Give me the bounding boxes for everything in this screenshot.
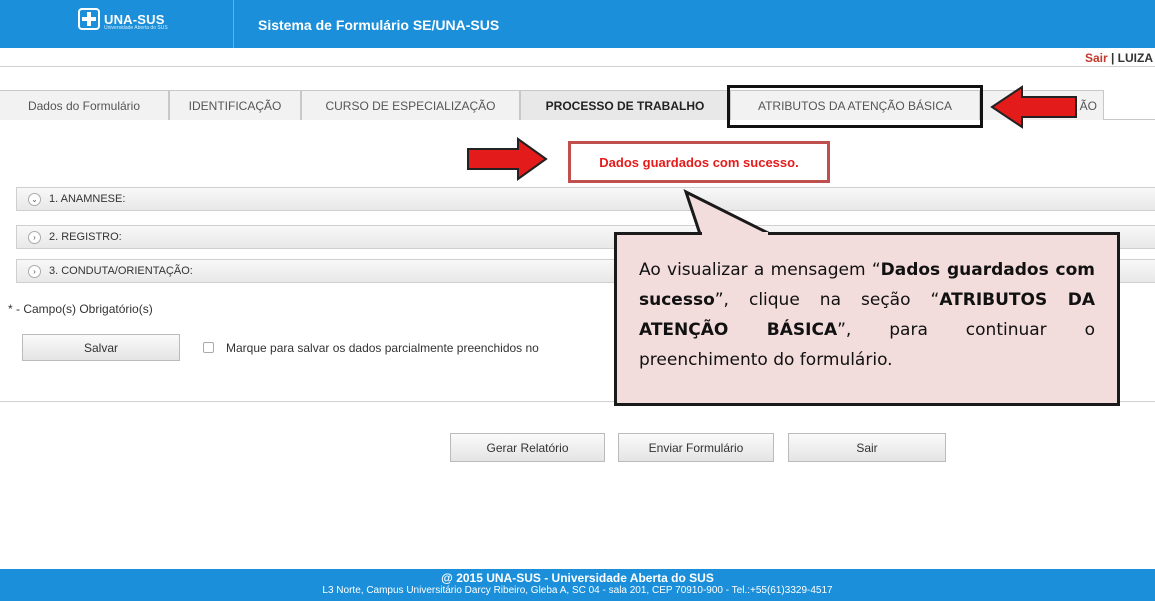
logo-subtext: Universidade Aberta do SUS — [104, 25, 168, 31]
section-label: 2. REGISTRO: — [49, 231, 122, 243]
instruction-callout: Ao visualizar a mensagem “Dados guardado… — [614, 232, 1120, 406]
required-fields-note: * - Campo(s) Obrigatório(s) — [8, 302, 153, 316]
logout-link[interactable]: Sair — [1085, 51, 1108, 65]
exit-button[interactable]: Sair — [788, 433, 946, 462]
section-label: 1. ANAMNESE: — [49, 193, 126, 205]
arrow-left-icon — [990, 85, 1077, 129]
cross-logo-icon — [78, 8, 100, 30]
section-anamnese[interactable]: ⌄ 1. ANAMNESE: — [16, 187, 1155, 211]
partial-save-label: Marque para salvar os dados parcialmente… — [226, 341, 539, 355]
system-title: Sistema de Formulário SE/UNA-SUS — [258, 17, 500, 33]
user-separator: | — [1110, 51, 1115, 65]
generate-report-button[interactable]: Gerar Relatório — [450, 433, 605, 462]
partial-save-checkbox[interactable] — [203, 342, 214, 353]
save-button[interactable]: Salvar — [22, 334, 180, 361]
top-header: UNA-SUS Universidade Aberta do SUS Siste… — [0, 0, 1155, 48]
tab-identificacao[interactable]: IDENTIFICAÇÃO — [169, 90, 301, 120]
divider — [0, 66, 1155, 67]
tab-curso-de-especializacao[interactable]: CURSO DE ESPECIALIZAÇÃO — [301, 90, 520, 120]
tab-processo-de-trabalho[interactable]: PROCESSO DE TRABALHO — [520, 90, 730, 120]
highlight-box — [727, 85, 983, 128]
footer: @ 2015 UNA-SUS - Universidade Aberta do … — [0, 569, 1155, 601]
arrow-right-icon — [467, 137, 548, 181]
footer-copyright: @ 2015 UNA-SUS - Universidade Aberta do … — [441, 571, 714, 585]
chevron-right-icon: › — [28, 230, 41, 244]
user-bar: Sair | LUIZA — [0, 48, 1155, 66]
callout-text: Ao visualizar a mensagem “ — [639, 260, 881, 280]
una-sus-logo[interactable]: UNA-SUS Universidade Aberta do SUS — [78, 8, 168, 31]
tab-dados-do-formulario[interactable]: Dados do Formulário — [0, 90, 169, 120]
user-menu: Sair | LUIZA — [1085, 51, 1153, 65]
chevron-down-icon: ⌄ — [28, 192, 41, 206]
success-message: Dados guardados com sucesso. — [568, 141, 830, 183]
chevron-right-icon: › — [28, 264, 41, 278]
footer-address: L3 Norte, Campus Universitário Darcy Rib… — [322, 585, 833, 596]
submit-form-button[interactable]: Enviar Formulário — [618, 433, 774, 462]
section-label: 3. CONDUTA/ORIENTAÇÃO: — [49, 265, 193, 277]
user-name: LUIZA — [1117, 51, 1153, 65]
header-divider — [233, 0, 234, 48]
callout-text: ”, clique na seção “ — [714, 290, 940, 310]
